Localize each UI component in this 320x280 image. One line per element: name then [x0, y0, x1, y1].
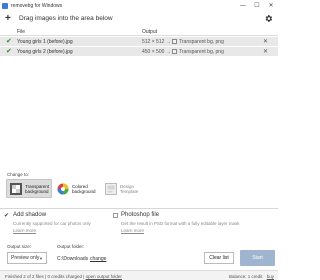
toolbar: + Drag images into the area below — [0, 11, 278, 26]
clear-list-button[interactable]: Clear list — [204, 252, 234, 264]
open-output-folder-link[interactable]: open output folder — [86, 274, 122, 279]
choice-label-line2: Template — [120, 188, 139, 194]
add-shadow-learn-more-link[interactable]: Learn more — [13, 228, 36, 233]
remove-row-icon[interactable]: ✕ — [263, 48, 268, 55]
check-icon: ✔ — [6, 48, 12, 55]
app-icon — [2, 2, 8, 9]
arrow-icon: → — [166, 39, 171, 45]
choice-label-line2: background — [25, 188, 49, 194]
buy-credits-link[interactable]: buy — [267, 274, 274, 279]
table-row[interactable]: ✔ Young girls 1 (before).jpg 512 × 512 →… — [0, 37, 278, 46]
check-icon: ✔ — [6, 38, 12, 45]
output-format: Transparent bg, png — [179, 39, 224, 45]
gear-icon[interactable] — [262, 13, 274, 25]
divider — [0, 208, 278, 209]
add-shadow-description: Currently supported for car photos only — [13, 221, 91, 226]
change-folder-link[interactable]: change — [90, 256, 106, 262]
photoshop-file-description: Get the result in PSD format with a full… — [121, 221, 240, 226]
start-button[interactable]: Start — [240, 250, 275, 266]
column-header-file: File — [17, 29, 26, 35]
status-summary: Finished 2 of 2 files | 0 credits charge… — [5, 274, 85, 279]
color-wheel-icon — [57, 183, 69, 195]
minimize-icon[interactable]: — — [236, 0, 250, 11]
drag-hint: Drag images into the area below — [19, 15, 113, 22]
maximize-icon[interactable]: ☐ — [250, 0, 264, 11]
output-size-select[interactable]: Preview only ▼ — [7, 252, 47, 264]
template-icon — [105, 182, 117, 195]
input-size: 450 × 500 — [142, 49, 165, 55]
photoshop-file-checkbox[interactable] — [113, 213, 118, 218]
choice-colored-background[interactable]: Colored background — [54, 179, 100, 198]
output-folder-label: Output folder: — [57, 244, 85, 249]
table-row[interactable]: ✔ Young girls 2 (before).jpg 450 × 500 →… — [0, 47, 278, 56]
add-shadow-label: Add shadow — [13, 212, 47, 218]
choice-label-line2: background — [72, 188, 96, 194]
file-name: Young girls 2 (before).jpg — [17, 49, 73, 55]
output-size-label: Output size: — [7, 244, 32, 249]
photoshop-file-label: Photoshop file — [121, 212, 160, 218]
background-choices: Transparent background Colored backgroun… — [6, 179, 148, 198]
column-header-output: Output — [142, 29, 158, 35]
add-shadow-checkbox[interactable]: ✔ — [4, 212, 9, 219]
file-name: Young girls 1 (before).jpg — [17, 39, 73, 45]
credit-balance: Balance: 1 credit — [228, 274, 263, 279]
input-size: 512 × 512 — [142, 39, 165, 45]
window-title: removebg for Windows — [11, 2, 63, 9]
arrow-icon: → — [166, 49, 171, 55]
remove-row-icon[interactable]: ✕ — [263, 38, 268, 45]
photoshop-file-learn-more-link[interactable]: Learn more — [121, 228, 144, 233]
output-size-value: Preview only — [11, 255, 40, 261]
transparent-result-icon — [172, 49, 177, 54]
table-header: File Output — [0, 27, 278, 36]
status-bar: Finished 2 of 2 files | 0 credits charge… — [0, 270, 278, 280]
chevron-down-icon: ▼ — [39, 256, 43, 261]
output-format: Transparent bg, png — [179, 49, 224, 55]
change-to-label: Change to: — [7, 172, 30, 177]
output-folder-path: C:\Downloads — [57, 256, 89, 262]
transparent-result-icon — [172, 39, 177, 44]
choice-design-template[interactable]: Design Template — [102, 179, 148, 198]
close-window-icon[interactable]: ✕ — [264, 0, 278, 11]
transparent-background-icon — [10, 182, 22, 195]
choice-transparent-background[interactable]: Transparent background — [6, 179, 52, 198]
plus-icon[interactable]: + — [5, 13, 15, 24]
title-bar: removebg for Windows — ☐ ✕ — [0, 0, 278, 11]
